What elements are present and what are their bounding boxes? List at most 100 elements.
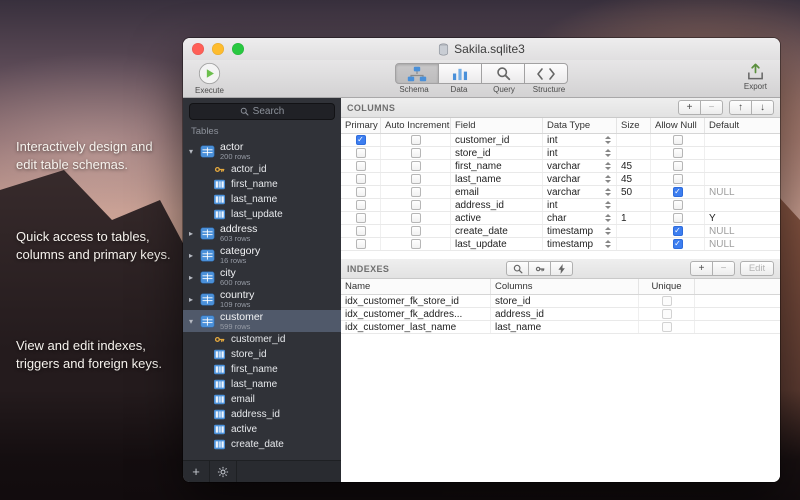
add-column-button[interactable]: + — [678, 100, 701, 115]
stepper-icon[interactable] — [605, 149, 612, 157]
primary-checkbox[interactable] — [356, 187, 366, 197]
tab-structure[interactable] — [524, 63, 568, 84]
field-cell[interactable]: last_update — [451, 238, 543, 250]
title-bar[interactable]: Sakila.sqlite3 — [183, 38, 780, 60]
tab-schema[interactable] — [395, 63, 439, 84]
index-row-address_id[interactable]: idx_customer_fk_addres...address_id — [341, 308, 780, 321]
default-cell[interactable] — [705, 199, 780, 211]
field-cell[interactable]: store_id — [451, 147, 543, 159]
edit-index-button[interactable]: Edit — [740, 261, 774, 276]
stepper-icon[interactable] — [605, 227, 612, 235]
unique-checkbox[interactable] — [662, 309, 672, 319]
sidebar-column-address_id[interactable]: address_id — [183, 407, 341, 422]
auto-increment-checkbox[interactable] — [411, 135, 421, 145]
sidebar-column-first_name[interactable]: first_name — [183, 362, 341, 377]
sidebar-table-country[interactable]: ▸country109 rows — [183, 288, 341, 310]
auto-increment-checkbox[interactable] — [411, 213, 421, 223]
stepper-icon[interactable] — [605, 175, 612, 183]
add-index-button[interactable]: + — [690, 261, 713, 276]
data-type-cell[interactable]: timestamp — [543, 238, 617, 250]
sidebar-column-actor_id[interactable]: actor_id — [183, 162, 341, 177]
auto-increment-checkbox[interactable] — [411, 161, 421, 171]
data-type-cell[interactable]: char — [543, 212, 617, 224]
schema-row-last_update[interactable]: last_updatetimestamp✓NULL — [341, 238, 780, 251]
tab-query[interactable] — [481, 63, 525, 84]
primary-checkbox[interactable]: ✓ — [356, 135, 366, 145]
size-cell[interactable]: 1 — [617, 212, 651, 224]
auto-increment-checkbox[interactable] — [411, 239, 421, 249]
field-cell[interactable]: address_id — [451, 199, 543, 211]
index-search-button[interactable] — [506, 261, 529, 276]
foreign-key-button[interactable] — [528, 261, 551, 276]
sidebar-column-create_date[interactable]: create_date — [183, 437, 341, 452]
search-input[interactable]: Search — [189, 103, 335, 120]
field-cell[interactable]: last_name — [451, 173, 543, 185]
default-cell[interactable] — [705, 147, 780, 159]
field-cell[interactable]: active — [451, 212, 543, 224]
field-cell[interactable]: first_name — [451, 160, 543, 172]
allow-null-checkbox[interactable]: ✓ — [673, 226, 683, 236]
allow-null-checkbox[interactable] — [673, 213, 683, 223]
schema-row-active[interactable]: activechar1Y — [341, 212, 780, 225]
size-cell[interactable] — [617, 199, 651, 211]
schema-row-customer_id[interactable]: ✓customer_idint — [341, 134, 780, 147]
sidebar-table-category[interactable]: ▸category16 rows — [183, 244, 341, 266]
trigger-bolt-button[interactable] — [550, 261, 573, 276]
index-name-cell[interactable]: idx_customer_fk_store_id — [341, 295, 491, 307]
schema-row-first_name[interactable]: first_namevarchar45 — [341, 160, 780, 173]
stepper-icon[interactable] — [605, 188, 612, 196]
allow-null-checkbox[interactable]: ✓ — [673, 187, 683, 197]
primary-checkbox[interactable] — [356, 226, 366, 236]
sidebar-column-customer_id[interactable]: customer_id — [183, 332, 341, 347]
size-cell[interactable] — [617, 147, 651, 159]
tab-data[interactable] — [438, 63, 482, 84]
data-type-cell[interactable]: varchar — [543, 186, 617, 198]
index-columns-cell[interactable]: address_id — [491, 308, 639, 320]
size-cell[interactable]: 50 — [617, 186, 651, 198]
unique-checkbox[interactable] — [662, 296, 672, 306]
stepper-icon[interactable] — [605, 214, 612, 222]
sidebar-column-email[interactable]: email — [183, 392, 341, 407]
minimize-button[interactable] — [212, 43, 224, 55]
settings-gear-button[interactable] — [210, 461, 237, 482]
index-columns-cell[interactable]: last_name — [491, 321, 639, 333]
allow-null-checkbox[interactable] — [673, 174, 683, 184]
execute-button[interactable]: Execute — [195, 62, 224, 95]
sidebar-column-active[interactable]: active — [183, 422, 341, 437]
auto-increment-checkbox[interactable] — [411, 174, 421, 184]
disclosure-closed-icon[interactable]: ▸ — [189, 251, 200, 260]
zoom-button[interactable] — [232, 43, 244, 55]
disclosure-open-icon[interactable]: ▾ — [189, 147, 200, 156]
sidebar-table-actor[interactable]: ▾actor200 rows — [183, 140, 341, 162]
index-name-cell[interactable]: idx_customer_last_name — [341, 321, 491, 333]
primary-checkbox[interactable] — [356, 174, 366, 184]
disclosure-closed-icon[interactable]: ▸ — [189, 295, 200, 304]
allow-null-checkbox[interactable] — [673, 148, 683, 158]
unique-checkbox[interactable] — [662, 322, 672, 332]
size-cell[interactable] — [617, 225, 651, 237]
auto-increment-checkbox[interactable] — [411, 226, 421, 236]
index-row-store_id[interactable]: idx_customer_fk_store_idstore_id — [341, 295, 780, 308]
stepper-icon[interactable] — [605, 162, 612, 170]
default-cell[interactable] — [705, 160, 780, 172]
sidebar-column-last_update[interactable]: last_update — [183, 207, 341, 222]
schema-row-create_date[interactable]: create_datetimestamp✓NULL — [341, 225, 780, 238]
disclosure-closed-icon[interactable]: ▸ — [189, 273, 200, 282]
remove-index-button[interactable]: − — [712, 261, 735, 276]
schema-row-address_id[interactable]: address_idint — [341, 199, 780, 212]
auto-increment-checkbox[interactable] — [411, 200, 421, 210]
primary-checkbox[interactable] — [356, 161, 366, 171]
stepper-icon[interactable] — [605, 240, 612, 248]
sidebar-column-store_id[interactable]: store_id — [183, 347, 341, 362]
allow-null-checkbox[interactable] — [673, 161, 683, 171]
allow-null-checkbox[interactable] — [673, 135, 683, 145]
default-cell[interactable] — [705, 173, 780, 185]
stepper-icon[interactable] — [605, 201, 612, 209]
data-type-cell[interactable]: int — [543, 147, 617, 159]
schema-row-last_name[interactable]: last_namevarchar45 — [341, 173, 780, 186]
field-cell[interactable]: customer_id — [451, 134, 543, 146]
size-cell[interactable]: 45 — [617, 160, 651, 172]
move-column-down-button[interactable]: ↓ — [751, 100, 774, 115]
index-row-last_name[interactable]: idx_customer_last_namelast_name — [341, 321, 780, 334]
default-cell[interactable]: NULL — [705, 225, 780, 237]
